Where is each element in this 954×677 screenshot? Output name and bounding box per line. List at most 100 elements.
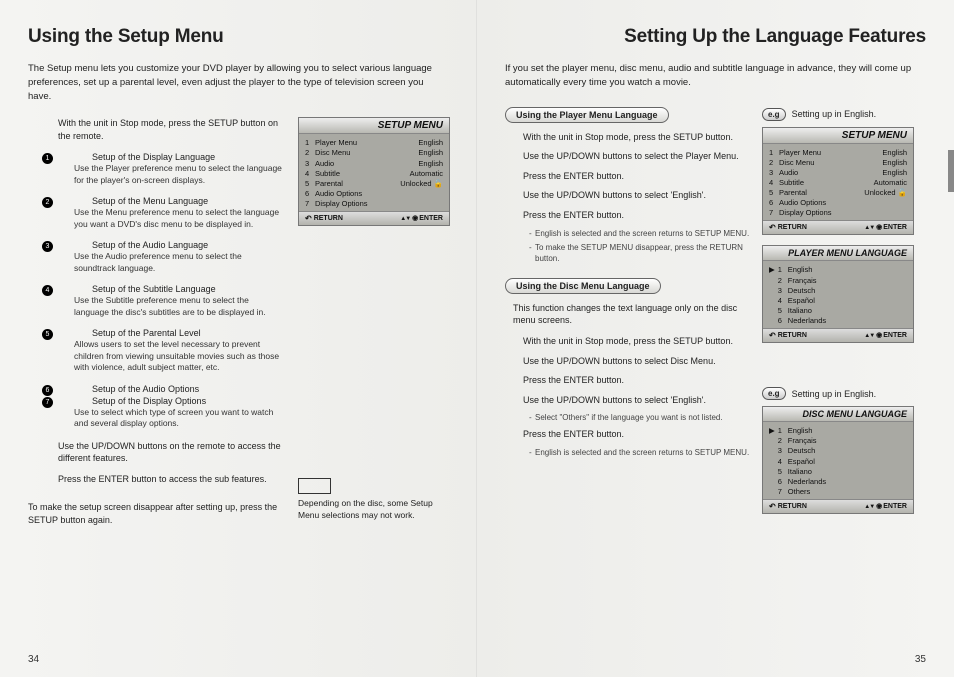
list-item: 5 Setup of the Parental Level Allows use… (58, 328, 284, 373)
tail-note: To make the setup screen disappear after… (28, 501, 284, 526)
item-title: Setup of the Display Options (92, 396, 284, 406)
step-item: With the unit in Stop mode, press the SE… (523, 131, 750, 144)
eg-badge: e.g (762, 387, 786, 400)
step-item: Press the ENTER button. (523, 374, 750, 387)
osd-title: SETUP MENU (299, 118, 449, 134)
osd-player-menu-language: PLAYER MENU LANGUAGE ▶1English ▶2Françai… (762, 245, 914, 343)
arrows-icon (400, 216, 412, 222)
item-title: Setup of the Subtitle Language (92, 284, 284, 294)
eg-row: e.g Setting up in English. (762, 387, 926, 400)
pointer-icon: ▶ (769, 265, 775, 275)
page-title-right: Setting Up the Language Features (505, 26, 926, 48)
page-spread: Using the Setup Menu The Setup menu lets… (0, 0, 954, 677)
step-item: With the unit in Stop mode, press the SE… (523, 335, 750, 348)
return-icon: RETURN (769, 331, 807, 340)
stop-mode-note: With the unit in Stop mode, press the SE… (58, 117, 284, 142)
item-desc: Use the Menu preference menu to select t… (74, 207, 284, 230)
item-desc: Allows users to set the level necessary … (74, 339, 284, 373)
pointer-icon: ▶ (769, 426, 775, 436)
intro-left: The Setup menu lets you customize your D… (28, 62, 448, 103)
right-aside-column: e.g Setting up in English. SETUP MENU 1P… (762, 104, 926, 525)
item-title: Setup of the Parental Level (92, 328, 284, 338)
osd-title: SETUP MENU (763, 128, 913, 144)
list-item: 7 Setup of the Display Options Use to se… (58, 396, 284, 430)
eg-text: Setting up in English. (792, 389, 877, 399)
step-item: Use the UP/DOWN buttons to select 'Engli… (523, 394, 750, 407)
page-number: 34 (28, 654, 39, 665)
list-item: 4 Setup of the Subtitle Language Use the… (58, 284, 284, 318)
list-item: 3 Setup of the Audio Language Use the Au… (58, 240, 284, 274)
osd-title: PLAYER MENU LANGUAGE (763, 246, 913, 261)
arrows-icon (864, 225, 876, 231)
item-desc: Use the Player preference menu to select… (74, 163, 284, 186)
right-columns: Using the Player Menu Language With the … (505, 104, 926, 525)
player-step-list: With the unit in Stop mode, press the SE… (523, 131, 750, 222)
sub-bullet: Select "Others" if the language you want… (529, 413, 750, 424)
osd-body: ▶1English ▶2Français ▶3Deutsch ▶4Español… (763, 422, 913, 499)
osd-footer: RETURN ENTER (763, 328, 913, 342)
page-35: Setting Up the Language Features If you … (477, 0, 954, 677)
disc-step-list: With the unit in Stop mode, press the SE… (523, 335, 750, 406)
number-badge: 6 (42, 385, 53, 396)
eg-badge: e.g (762, 108, 786, 121)
step-item: Use the UP/DOWN buttons to select 'Engli… (523, 189, 750, 202)
note-box (298, 478, 331, 494)
osd-footer: RETURN ENTER (299, 211, 449, 225)
osd-disc-menu-language: DISC MENU LANGUAGE ▶1English ▶2Français … (762, 406, 914, 514)
step-item: Use the UP/DOWN buttons to select the Pl… (523, 150, 750, 163)
setup-item-list: 1 Setup of the Display Language Use the … (58, 152, 284, 429)
arrows-icon (864, 333, 876, 339)
return-icon: RETURN (769, 223, 807, 232)
side-tab (948, 150, 954, 192)
step-item: Press the ENTER button. (523, 209, 750, 222)
step-item: Press the ENTER button. (523, 428, 750, 441)
item-title: Setup of the Menu Language (92, 196, 284, 206)
page-number: 35 (915, 654, 926, 665)
right-main-column: Using the Player Menu Language With the … (505, 104, 750, 525)
sub-bullet: To make the SETUP MENU disappear, press … (529, 243, 750, 265)
list-item: 6 Setup of the Audio Options (58, 384, 284, 394)
osd-body: 1Player MenuEnglish 2Disc MenuEnglish 3A… (763, 144, 913, 221)
item-title: Setup of the Audio Language (92, 240, 284, 250)
item-desc: Use the Subtitle preference menu to sele… (74, 295, 284, 318)
updown-note: Use the UP/DOWN buttons on the remote to… (58, 440, 284, 465)
item-desc: Use the Audio preference menu to select … (74, 251, 284, 274)
osd-setup-menu: SETUP MENU 1Player MenuEnglish 2Disc Men… (298, 117, 450, 226)
disc-step-list-2: Press the ENTER button. (523, 428, 750, 441)
sub-bullet: English is selected and the screen retur… (529, 229, 750, 240)
intro-right: If you set the player menu, disc menu, a… (505, 62, 925, 90)
osd-setup-menu-2: SETUP MENU 1Player MenuEnglish 2Disc Men… (762, 127, 914, 236)
list-item: 2 Setup of the Menu Language Use the Men… (58, 196, 284, 230)
note-text: Depending on the disc, some Setup Menu s… (298, 498, 438, 521)
arrows-icon (864, 504, 876, 510)
number-badge: 4 (42, 285, 53, 296)
press-enter-note: Press the ENTER button to access the sub… (58, 473, 284, 486)
section-label-disc: Using the Disc Menu Language (505, 278, 661, 294)
item-title: Setup of the Audio Options (92, 384, 284, 394)
return-icon: RETURN (769, 502, 807, 511)
item-title: Setup of the Display Language (92, 152, 284, 162)
sub-bullet: English is selected and the screen retur… (529, 448, 750, 459)
number-badge: 5 (42, 329, 53, 340)
return-icon: RETURN (305, 214, 343, 223)
list-item: 1 Setup of the Display Language Use the … (58, 152, 284, 186)
number-badge: 2 (42, 197, 53, 208)
section-label-player: Using the Player Menu Language (505, 107, 669, 123)
left-columns: With the unit in Stop mode, press the SE… (28, 117, 448, 526)
osd-footer: RETURN ENTER (763, 220, 913, 234)
page-title-left: Using the Setup Menu (28, 26, 448, 48)
eg-text: Setting up in English. (792, 109, 877, 119)
osd-footer: RETURN ENTER (763, 499, 913, 513)
step-item: Use the UP/DOWN buttons to select Disc M… (523, 355, 750, 368)
number-badge: 1 (42, 153, 53, 164)
osd-body: ▶1English ▶2Français ▶3Deutsch ▶4Español… (763, 261, 913, 328)
page-34: Using the Setup Menu The Setup menu lets… (0, 0, 477, 677)
left-main-column: With the unit in Stop mode, press the SE… (28, 117, 284, 526)
number-badge: 3 (42, 241, 53, 252)
section2-intro: This function changes the text language … (513, 302, 750, 327)
osd-body: 1Player MenuEnglish 2Disc MenuEnglish 3A… (299, 134, 449, 211)
number-badge: 7 (42, 397, 53, 408)
item-desc: Use to select which type of screen you w… (74, 407, 284, 430)
left-aside-column: SETUP MENU 1Player MenuEnglish 2Disc Men… (298, 117, 448, 526)
step-item: Press the ENTER button. (523, 170, 750, 183)
